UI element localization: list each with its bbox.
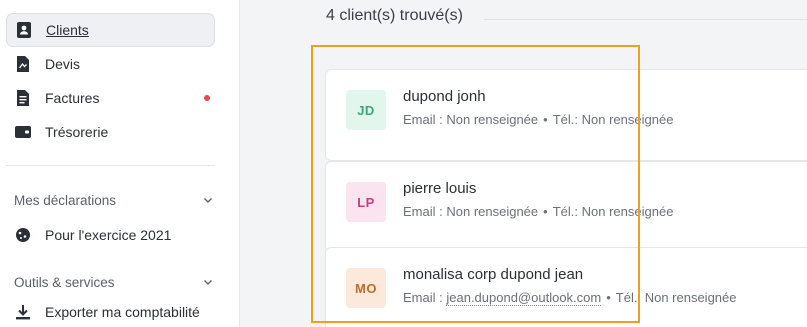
- phone-value: Non renseignée: [644, 290, 737, 305]
- avatar: LP: [346, 182, 386, 222]
- client-meta: Email : jean.dupond@outlook.com • Tél.: No…: [403, 290, 737, 306]
- client-card[interactable]: MO monalisa corp dupond jean Email : jea…: [325, 247, 807, 327]
- sidebar-item-clients[interactable]: Clients: [6, 13, 215, 47]
- sidebar-item-factures[interactable]: Factures: [6, 81, 215, 115]
- header-divider: [484, 19, 807, 20]
- phone-label: Tél.:: [615, 290, 642, 305]
- email-label: Email :: [403, 290, 443, 305]
- email-value: Non renseignée: [446, 204, 539, 219]
- sidebar-item-label: Exporter ma comptabilité: [45, 304, 200, 320]
- chevron-down-icon: [204, 198, 212, 203]
- phone-value: Non renseignée: [581, 112, 674, 127]
- client-meta: Email : Non renseignée • Tél.: Non renseig…: [403, 204, 674, 219]
- quote-doc-icon: [15, 56, 31, 72]
- email-value: Non renseignée: [446, 112, 539, 127]
- notification-dot: [204, 95, 210, 101]
- section-title: Mes déclarations: [14, 192, 117, 208]
- wallet-icon: [15, 124, 31, 140]
- sidebar-item-label: Factures: [45, 90, 100, 106]
- sidebar-item-tresorerie[interactable]: Trésorerie: [6, 115, 215, 149]
- client-name: dupond jonh: [403, 88, 486, 105]
- sidebar-item-label: Pour l'exercice 2021: [45, 227, 172, 243]
- avatar: MO: [346, 268, 386, 308]
- avatar: JD: [346, 90, 386, 130]
- phone-label: Tél.:: [552, 112, 579, 127]
- invoice-doc-icon: [15, 90, 31, 106]
- chevron-down-icon: [204, 280, 212, 285]
- sidebar-item-label: Clients: [46, 22, 89, 38]
- section-outils-services[interactable]: Outils & services: [14, 272, 214, 292]
- contact-book-icon: [16, 22, 32, 38]
- client-card[interactable]: LP pierre louis Email : Non renseignée • T…: [325, 161, 807, 253]
- sidebar-item-exporter[interactable]: Exporter ma comptabilité: [6, 295, 215, 327]
- email-link[interactable]: jean.dupond@outlook.com: [446, 290, 602, 306]
- result-count: 4 client(s) trouvé(s): [326, 7, 463, 24]
- email-label: Email :: [403, 204, 443, 219]
- section-title: Outils & services: [14, 274, 115, 290]
- sidebar: Clients Devis Factures Trésorerie Mes dé…: [0, 0, 240, 327]
- sidebar-item-exercice-2021[interactable]: Pour l'exercice 2021: [6, 218, 215, 252]
- client-card[interactable]: JD dupond jonh Email : Non renseignée • Té…: [325, 69, 807, 161]
- sidebar-item-label: Devis: [45, 56, 81, 72]
- download-icon: [15, 304, 31, 320]
- client-meta: Email : Non renseignée • Tél.: Non renseig…: [403, 112, 674, 127]
- phone-label: Tél.:: [552, 204, 579, 219]
- email-label: Email :: [403, 112, 443, 127]
- cookie-icon: [15, 227, 31, 243]
- sidebar-divider: [6, 165, 215, 166]
- client-name: monalisa corp dupond jean: [403, 266, 584, 283]
- client-name: pierre louis: [403, 180, 477, 197]
- sidebar-item-label: Trésorerie: [45, 124, 109, 140]
- phone-value: Non renseignée: [581, 204, 674, 219]
- section-mes-declarations[interactable]: Mes déclarations: [14, 190, 214, 210]
- sidebar-item-devis[interactable]: Devis: [6, 47, 215, 81]
